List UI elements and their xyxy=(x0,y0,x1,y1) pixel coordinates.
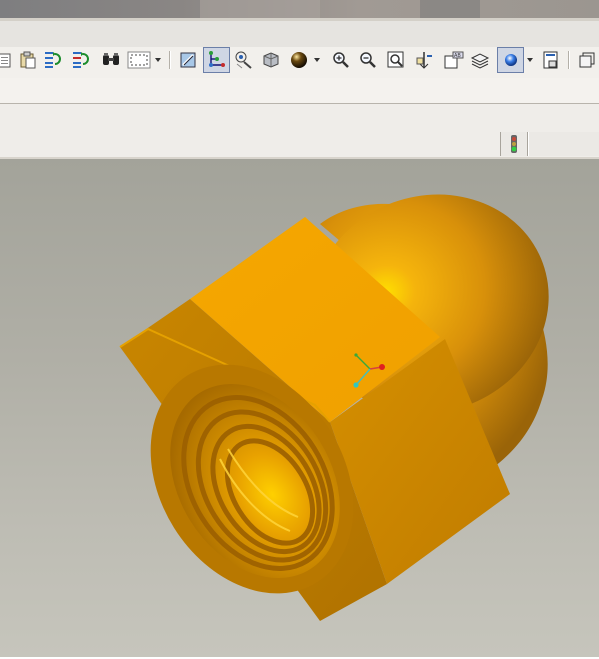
chevron-down-icon[interactable] xyxy=(153,49,163,71)
views-icon[interactable] xyxy=(576,49,598,71)
toolbar-panel xyxy=(0,78,599,104)
traffic-light-icon xyxy=(511,135,517,153)
zoom-out-icon[interactable] xyxy=(357,49,379,71)
regenerate-manager-icon[interactable] xyxy=(70,49,92,71)
graphics-window[interactable] xyxy=(0,157,599,657)
shading-icon[interactable] xyxy=(260,49,282,71)
view-toolbar: AB xyxy=(0,47,599,79)
status-field xyxy=(528,132,599,156)
regenerate-icon[interactable] xyxy=(42,49,64,71)
display-style-icon[interactable] xyxy=(497,47,524,73)
repaint-icon[interactable] xyxy=(177,49,199,71)
acorn-nut-model xyxy=(119,194,549,621)
refit-icon[interactable] xyxy=(385,49,407,71)
menu-strip xyxy=(0,21,599,48)
spin-center-icon[interactable] xyxy=(203,47,230,73)
zoom-in-icon[interactable] xyxy=(330,49,352,71)
paste-special-icon[interactable] xyxy=(17,49,39,71)
reorient-icon[interactable] xyxy=(413,49,435,71)
toolbar-separator xyxy=(169,51,171,69)
orient-mode-icon[interactable] xyxy=(233,49,255,71)
chevron-down-icon[interactable] xyxy=(524,49,536,71)
layers-icon[interactable] xyxy=(469,49,491,71)
svg-text:AB: AB xyxy=(454,53,461,59)
saved-views-icon[interactable]: AB xyxy=(441,49,467,71)
status-light-cell[interactable] xyxy=(500,132,528,156)
chevron-down-icon[interactable] xyxy=(311,49,323,71)
window-title-bar xyxy=(0,0,599,21)
paste-icon[interactable] xyxy=(0,49,16,71)
toolbar-separator xyxy=(568,51,570,69)
model-tree-icon[interactable] xyxy=(540,49,562,71)
appearance-icon[interactable] xyxy=(288,49,310,71)
find-icon[interactable] xyxy=(100,49,122,71)
select-box-icon[interactable] xyxy=(127,49,155,71)
